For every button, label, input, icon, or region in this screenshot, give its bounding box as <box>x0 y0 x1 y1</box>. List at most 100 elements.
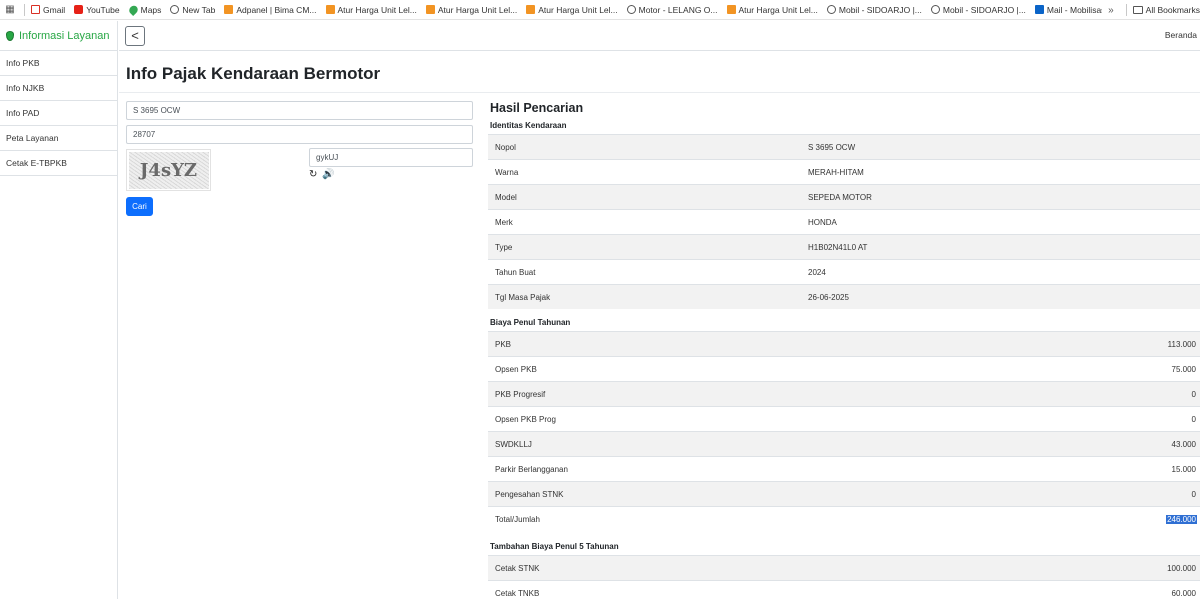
beranda-link[interactable]: Beranda <box>1165 30 1197 40</box>
globe-icon <box>626 5 636 14</box>
total-value-selected: 246.000 <box>1166 514 1197 524</box>
bookmark-label: Atur Harga Unit Lel... <box>337 4 417 15</box>
bookmark-label: Atur Harga Unit Lel... <box>538 4 618 15</box>
sidebar-item-info-njkb[interactable]: Info NJKB <box>0 76 117 101</box>
row-label: Merk <box>495 217 513 227</box>
table-row: Pengesahan STNK 0 <box>488 481 1200 506</box>
bookmark-atur-harga-3[interactable]: Atur Harga Unit Lel... <box>526 4 618 15</box>
captcha-image: J4sYZ <box>126 149 211 191</box>
bookmark-label: YouTube <box>86 4 120 15</box>
captcha-picture: J4sYZ <box>128 151 209 189</box>
bookmark-mobil-sidoarjo-2[interactable]: Mobil - SIDOARJO |... <box>930 5 1026 15</box>
row-value: H1B02N41L0 AT <box>808 242 868 252</box>
orange-site-icon <box>224 5 234 14</box>
orange-site-icon <box>325 5 335 14</box>
sidebar-item-info-pad[interactable]: Info PAD <box>0 101 117 126</box>
table-row: Cetak TNKB 60.000 <box>488 580 1200 599</box>
gmail-icon <box>31 5 40 14</box>
sidebar-item-label: Info PAD <box>6 108 40 118</box>
sidebar-item-label: Cetak E-TBPKB <box>6 158 67 168</box>
code-input-value: 28707 <box>133 130 156 139</box>
table-row: PKB 113.000 <box>488 331 1200 356</box>
row-value: 15.000 <box>1171 464 1196 474</box>
row-label: Parkir Berlangganan <box>495 464 568 474</box>
nopol-input[interactable]: S 3695 OCW <box>126 101 473 120</box>
top-navbar: < Beranda <box>119 21 1200 51</box>
code-input[interactable]: 28707 <box>126 125 473 144</box>
sidebar-item-label: Info PKB <box>6 58 40 68</box>
chevron-left-icon: < <box>131 28 139 43</box>
bookmark-motor-lelang[interactable]: Motor - LELANG O... <box>626 5 718 15</box>
row-value: 0 <box>1191 414 1196 424</box>
bookmark-new-tab[interactable]: New Tab <box>170 5 215 15</box>
row-value: MERAH-HITAM <box>808 167 864 177</box>
bookmarks-separator <box>1125 4 1127 16</box>
page-title: Info Pajak Kendaraan Bermotor <box>126 64 381 83</box>
row-value: SEPEDA MOTOR <box>808 192 872 202</box>
annual-fee-table: PKB 113.000 Opsen PKB 75.000 PKB Progresif… <box>488 331 1200 531</box>
title-divider <box>119 92 1200 93</box>
all-bookmarks-button[interactable]: All Bookmarks <box>1146 5 1200 15</box>
audio-captcha-icon[interactable]: 🔊 <box>322 169 334 180</box>
sidebar-brand[interactable]: Informasi Layanan <box>0 21 117 51</box>
bookmarks-right: » All Bookmarks <box>1102 0 1200 19</box>
bookmark-label: Atur Harga Unit Lel... <box>437 4 518 15</box>
orange-site-icon <box>526 5 536 14</box>
bookmark-adpanel[interactable]: Adpanel | Bima CM... <box>224 5 317 15</box>
row-label: Tgl Masa Pajak <box>495 292 551 302</box>
row-value: 0 <box>1191 389 1196 399</box>
row-value: 26-06-2025 <box>808 292 849 302</box>
sidebar-item-peta-layanan[interactable]: Peta Layanan <box>0 126 117 151</box>
outlook-icon <box>1034 5 1044 14</box>
row-value: 43.000 <box>1171 439 1196 449</box>
bookmark-label: Mobil - SIDOARJO |... <box>838 4 922 15</box>
captcha-input-value: gykUJ <box>316 153 339 162</box>
bookmark-gmail[interactable]: Gmail <box>31 5 65 15</box>
bookmark-label: Gmail <box>43 4 66 15</box>
search-button[interactable]: Cari <box>126 197 153 216</box>
captcha-input[interactable]: gykUJ <box>309 148 473 167</box>
bookmark-atur-harga-1[interactable]: Atur Harga Unit Lel... <box>325 4 417 15</box>
back-button[interactable]: < <box>125 25 145 46</box>
row-label: PKB Progresif <box>495 389 546 399</box>
bookmark-atur-harga-4[interactable]: Atur Harga Unit Lel... <box>726 4 818 15</box>
table-row: Warna MERAH-HITAM <box>488 159 1200 184</box>
row-label: Opsen PKB Prog <box>495 414 556 424</box>
bookmark-label: Atur Harga Unit Lel... <box>738 4 818 15</box>
row-value: S 3695 OCW <box>808 142 856 152</box>
table-row: Cetak STNK 100.000 <box>488 555 1200 580</box>
annual-fee-heading: Biaya Penul Tahunan <box>490 318 571 327</box>
results-title: Hasil Pencarian <box>490 101 584 115</box>
table-row: Model SEPEDA MOTOR <box>488 184 1200 209</box>
sidebar-item-label: Peta Layanan <box>6 133 59 143</box>
bookmark-maps[interactable]: Maps <box>127 3 162 16</box>
captcha-text: J4sYZ <box>139 159 198 181</box>
bookmark-mobil-sidoarjo-1[interactable]: Mobil - SIDOARJO |... <box>826 4 922 15</box>
row-value: 0 <box>1191 489 1196 499</box>
maps-icon <box>127 3 140 16</box>
nopol-input-value: S 3695 OCW <box>133 106 181 115</box>
bookmark-label: New Tab <box>182 4 216 15</box>
row-label: Model <box>495 192 517 202</box>
bookmarks-separator <box>24 3 25 16</box>
table-row: SWDKLLJ 43.000 <box>488 431 1200 456</box>
refresh-captcha-icon[interactable]: ↻ <box>309 169 317 180</box>
apps-grid-icon[interactable]: ▦ <box>0 4 20 15</box>
bookmarks-bar: ▦ Gmail YouTube Maps New Tab Adpanel | B… <box>0 0 1200 20</box>
row-value: 75.000 <box>1171 364 1196 374</box>
sidebar-item-cetak-e-tbpkb[interactable]: Cetak E-TBPKB <box>0 151 117 176</box>
row-label: Nopol <box>495 142 516 152</box>
row-value: 2024 <box>808 267 826 277</box>
row-value: 60.000 <box>1171 588 1196 598</box>
five-year-fee-heading: Tambahan Biaya Penul 5 Tahunan <box>490 542 619 551</box>
globe-icon <box>170 5 180 14</box>
bookmark-youtube[interactable]: YouTube <box>74 4 120 15</box>
bookmark-atur-harga-2[interactable]: Atur Harga Unit Lel... <box>425 4 518 15</box>
row-value: HONDA <box>808 217 837 227</box>
bookmark-label: Maps <box>140 4 162 15</box>
sidebar-item-info-pkb[interactable]: Info PKB <box>0 51 117 76</box>
orange-site-icon <box>726 5 736 14</box>
more-bookmarks-button[interactable]: » <box>1108 5 1114 16</box>
table-row: Tgl Masa Pajak 26-06-2025 <box>488 284 1200 309</box>
table-row: Merk HONDA <box>488 209 1200 234</box>
